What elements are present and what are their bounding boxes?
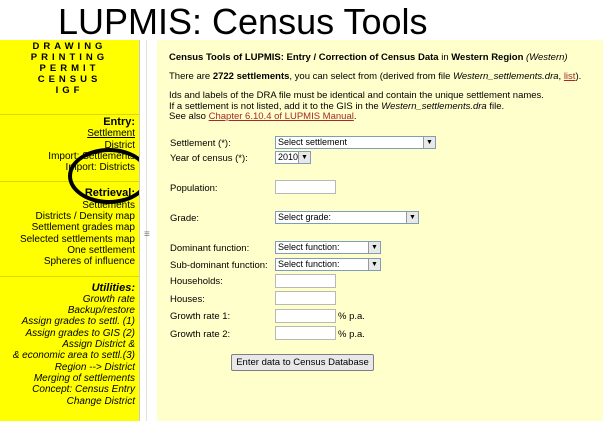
sidebar-item-change-district[interactable]: Change District (0, 396, 135, 407)
grip-icon[interactable]: ≡ (144, 230, 150, 240)
dominant-select[interactable]: Select function: ▼ (275, 241, 381, 254)
title-in: in (441, 52, 449, 63)
utilities-heading: Utilities: (91, 281, 135, 294)
divider (0, 275, 139, 277)
title-prefix: Census Tools of LUPMIS: Entry / Correcti… (169, 52, 439, 63)
note-manual-end: . (353, 111, 357, 122)
settlement-count-line: There are 2722 settlements, you can sele… (169, 71, 581, 82)
submit-button[interactable]: Enter data to Census Database (231, 354, 374, 371)
chevron-down-icon: ▼ (368, 242, 380, 253)
retrieval-section: Retrieval: Settlements Districts / Densi… (0, 187, 139, 268)
sidebar-item-assign-grades-1[interactable]: Assign grades to settl. (1) (0, 316, 135, 327)
houses-input[interactable] (275, 291, 336, 305)
note-add-end: file. (489, 100, 505, 112)
note-add-file: Western_settlements.dra (381, 100, 487, 112)
households-label: Households: (170, 276, 223, 287)
retrieval-heading: Retrieval: (84, 187, 135, 200)
nav-printing[interactable]: PRINTING (0, 52, 139, 63)
sidebar-item-import-settlements[interactable]: Import: Settlements (0, 151, 135, 162)
chevron-down-icon: ▼ (368, 259, 380, 270)
subdominant-select-value: Select function: (278, 259, 340, 269)
dominant-label: Dominant function: (170, 243, 250, 254)
chevron-down-icon: ▼ (423, 137, 435, 148)
growth2-input[interactable] (275, 326, 336, 340)
sidebar-item-region-district[interactable]: Region --> District (0, 362, 135, 373)
subdominant-select[interactable]: Select function: ▼ (275, 258, 381, 271)
count-pre: There are (169, 71, 211, 82)
app-title: LUPMIS: Census Tools (58, 1, 428, 42)
manual-link[interactable]: Chapter 6.10.4 of LUPMIS Manual (209, 111, 354, 122)
growth1-input[interactable] (275, 309, 336, 323)
sidebar-item-settlement[interactable]: Settlement (0, 128, 135, 139)
settlement-select[interactable]: Select settlement ▼ (275, 136, 436, 149)
entry-heading: Entry: (103, 116, 135, 128)
count-mid: , you can select from (derived from file (289, 71, 451, 82)
households-input[interactable] (275, 274, 336, 288)
growth1-suffix: % p.a. (338, 311, 365, 322)
sidebar-item-assign-grades-gis[interactable]: Assign grades to GIS (2) (0, 328, 136, 339)
sidebar-item-grades-map[interactable]: Settlement grades map (0, 222, 135, 233)
list-link[interactable]: list (564, 71, 576, 82)
houses-label: Houses: (170, 294, 205, 305)
grade-select[interactable]: Select grade: ▼ (275, 211, 419, 224)
main-content: Census Tools of LUPMIS: Entry / Correcti… (157, 40, 603, 421)
divider (0, 114, 139, 115)
chevron-down-icon: ▼ (298, 152, 310, 163)
subdominant-label: Sub-dominant function: (170, 260, 268, 271)
settlement-select-value: Select settlement (278, 137, 348, 147)
entry-section: Entry: Settlement District Import: Settl… (0, 116, 139, 173)
sidebar-item-districts-density[interactable]: Districts / Density map (0, 211, 135, 222)
notes: Ids and labels of the DRA file must be i… (169, 90, 544, 123)
nav-census[interactable]: CENSUS (0, 74, 139, 85)
sidebar-item-selected-map[interactable]: Selected settlements map (0, 234, 135, 245)
note-add-pre: If a settlement is not listed, add it to… (169, 100, 379, 112)
count-comma: , (558, 71, 562, 82)
sidebar-item-growth-rate[interactable]: Growth rate (0, 294, 135, 305)
nav-permit[interactable]: PERMIT (0, 63, 139, 74)
region-name: Western Region (451, 52, 524, 63)
sidebar-item-merging[interactable]: Merging of settlements (0, 373, 135, 384)
dominant-select-value: Select function: (278, 242, 340, 252)
grade-select-value: Select grade: (278, 212, 332, 222)
settlement-count: 2722 settlements (212, 71, 290, 82)
sidebar: DRAWING PRINTING PERMIT CENSUS IGF Entry… (0, 40, 150, 421)
year-select-value: 2010 (278, 152, 299, 162)
growth1-label: Growth rate 1: (170, 311, 231, 322)
population-input[interactable] (275, 180, 336, 194)
nav-igf[interactable]: IGF (0, 85, 139, 96)
count-file: Western_settlements.dra (453, 71, 559, 82)
sidebar-item-district[interactable]: District (0, 140, 135, 151)
page-title: Census Tools of LUPMIS: Entry / Correcti… (169, 52, 568, 63)
region-paren: (Western) (526, 52, 568, 63)
sidebar-item-import-districts[interactable]: Import: Districts (0, 162, 135, 173)
nav-drawing[interactable]: DRAWING (0, 41, 139, 52)
growth2-label: Growth rate 2: (170, 329, 231, 340)
sidebar-item-one-settlement[interactable]: One settlement (0, 245, 135, 256)
note-manual: See also Chapter 6.10.4 of LUPMIS Manual… (169, 111, 544, 123)
count-end: ). (575, 71, 582, 82)
frame-splitter[interactable]: ≡ (139, 40, 157, 421)
grade-label: Grade: (170, 213, 200, 224)
sidebar-item-economic-area[interactable]: & economic area to settl.(3) (0, 350, 135, 361)
divider (0, 181, 139, 183)
chevron-down-icon: ▼ (406, 212, 418, 223)
year-label: Year of census (*): (170, 153, 248, 164)
note-manual-pre: See also (169, 111, 206, 122)
sidebar-item-assign-district[interactable]: Assign District & (0, 339, 135, 350)
settlement-label: Settlement (*): (170, 138, 231, 149)
sidebar-item-backup[interactable]: Backup/restore (0, 305, 135, 316)
sidebar-item-spheres[interactable]: Spheres of influence (0, 256, 135, 267)
population-label: Population: (170, 183, 218, 194)
year-select[interactable]: 2010 ▼ (275, 151, 311, 164)
sidebar-item-concept[interactable]: Concept: Census Entry (0, 384, 135, 395)
top-nav: DRAWING PRINTING PERMIT CENSUS IGF (0, 40, 139, 96)
sidebar-item-settlements[interactable]: Settlements (0, 200, 135, 211)
utilities-section: Utilities: Growth rate Backup/restore As… (0, 281, 139, 407)
growth2-suffix: % p.a. (338, 329, 365, 340)
